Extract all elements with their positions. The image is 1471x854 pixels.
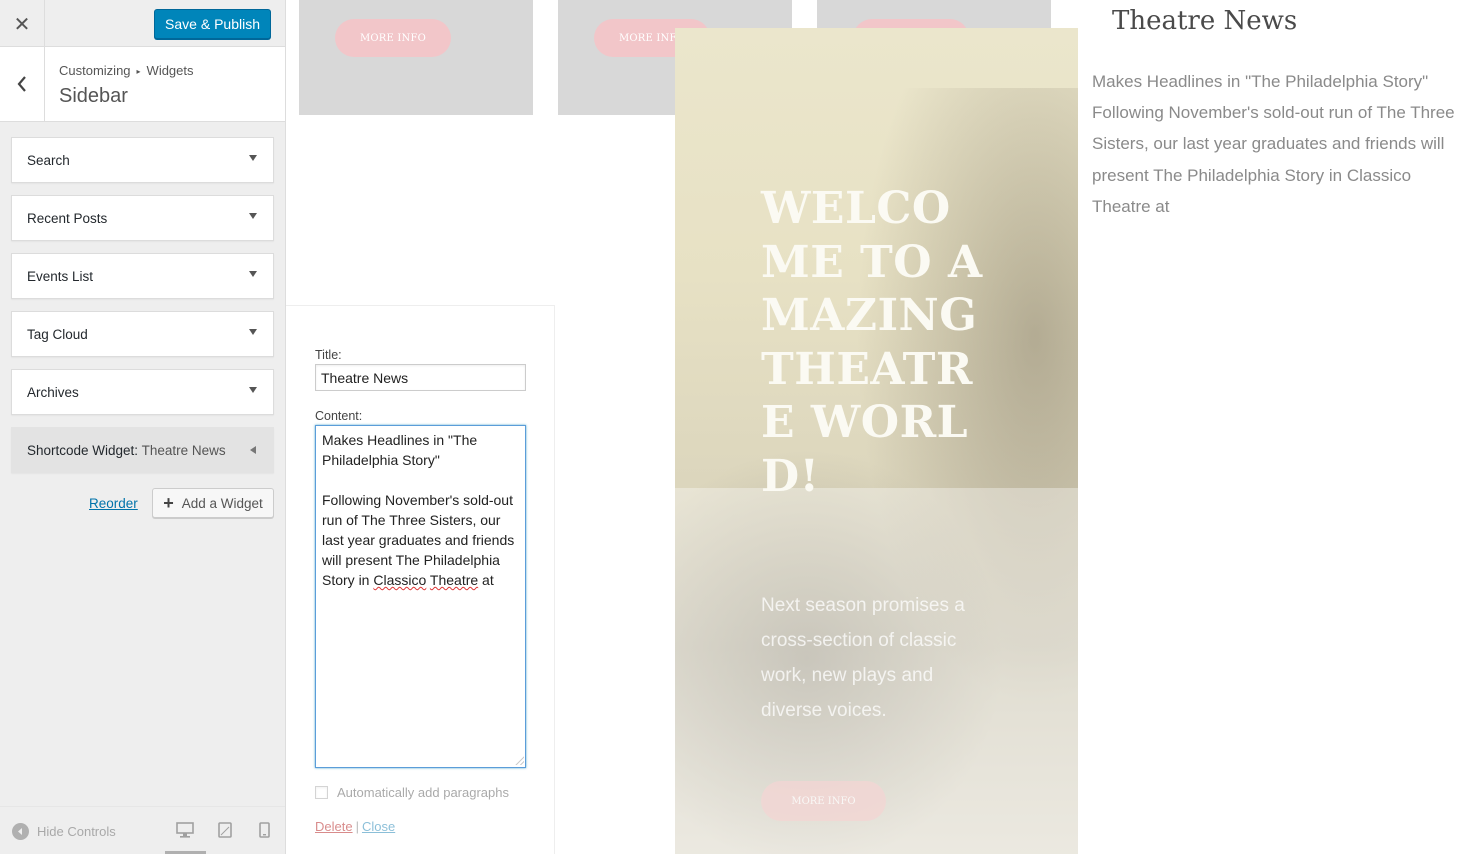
breadcrumb: Customizing ▸ Widgets [59, 63, 194, 78]
hide-controls-label: Hide Controls [37, 824, 116, 839]
caret-left-icon[interactable] [250, 446, 256, 454]
caret-down-icon[interactable] [249, 387, 257, 393]
content-text: at [478, 572, 494, 588]
section-title-bar: Customizing ▸ Widgets Sidebar [0, 47, 285, 122]
resize-handle[interactable] [515, 756, 524, 765]
widget-title: Shortcode Widget: Theatre News [27, 443, 226, 458]
content-textarea[interactable]: Makes Headlines in "The Philadelphia Sto… [315, 425, 526, 768]
widget-title: Search [27, 153, 70, 168]
link-separator: | [355, 819, 359, 834]
widget-search[interactable]: Search [11, 137, 274, 183]
auto-paragraphs-checkbox[interactable] [315, 786, 328, 799]
caret-down-icon[interactable] [249, 155, 257, 161]
caret-down-icon[interactable] [249, 213, 257, 219]
misspelled-word: Theatre [429, 572, 479, 588]
auto-paragraphs-option: Automatically add paragraphs [315, 785, 509, 800]
back-button[interactable] [0, 47, 45, 121]
add-widget-label: Add a Widget [181, 495, 263, 511]
news-widget-body: Makes Headlines in "The Philadelphia Sto… [1092, 72, 1455, 216]
desktop-icon[interactable] [176, 822, 194, 842]
close-link[interactable]: Close [362, 819, 395, 834]
arrow-left-circle-icon [12, 823, 29, 840]
page-title: Sidebar [59, 85, 128, 107]
breadcrumb-root: Customizing [59, 63, 131, 78]
mobile-icon[interactable] [259, 822, 270, 842]
save-publish-button[interactable]: Save & Publish [154, 9, 271, 39]
event-thumbnail: MORE INFO [299, 0, 533, 115]
close-customizer-button[interactable]: ✕ [0, 0, 45, 47]
widget-form-panel: Title: Content: Makes Headlines in "The … [286, 305, 555, 854]
widget-title: Archives [27, 385, 79, 400]
hero-title: WELCOME TO AMAZING THEATRE WORLD! [761, 183, 983, 502]
hero-more-info-button[interactable]: MORE INFO [761, 781, 886, 821]
delete-link[interactable]: Delete [315, 819, 353, 834]
widget-title: Recent Posts [27, 211, 108, 226]
hero-banner: WELCOME TO AMAZING THEATRE WORLD! Next s… [675, 28, 1078, 854]
hero-subtitle: Next season promises a cross-section of … [761, 595, 965, 721]
widget-list: Search Recent Posts Events List Tag Clou… [11, 137, 274, 485]
caret-down-icon[interactable] [249, 271, 257, 277]
content-text: Makes Headlines in "The Philadelphia Sto… [322, 432, 482, 468]
widget-control-links: Delete | Close [315, 819, 395, 834]
widget-type-label: Shortcode Widget: [27, 443, 139, 458]
news-widget-title: Theatre News [1112, 6, 1298, 36]
widget-recent-posts[interactable]: Recent Posts [11, 195, 274, 241]
customizer-header: ✕ Save & Publish [0, 0, 285, 47]
auto-paragraphs-label: Automatically add paragraphs [337, 785, 509, 800]
misspelled-word: Classico [373, 572, 427, 588]
widget-events-list[interactable]: Events List [11, 253, 274, 299]
more-info-button[interactable]: MORE INFO [335, 19, 451, 57]
customizer-sidebar: ✕ Save & Publish Customizing ▸ Widgets Sid… [0, 0, 286, 854]
hide-controls-button[interactable]: Hide Controls [12, 823, 116, 840]
breadcrumb-child: Widgets [146, 63, 194, 78]
preview-sidebar: Theatre News Makes Headlines in "The Phi… [1078, 0, 1471, 854]
reorder-link[interactable]: Reorder [89, 496, 138, 511]
widget-tag-cloud[interactable]: Tag Cloud [11, 311, 274, 357]
widget-instance-title: Theatre News [141, 443, 226, 458]
title-field[interactable] [315, 364, 526, 391]
chevron-left-icon [17, 76, 26, 92]
widget-archives[interactable]: Archives [11, 369, 274, 415]
add-widget-button[interactable]: + Add a Widget [152, 488, 274, 518]
caret-down-icon[interactable] [249, 329, 257, 335]
tablet-icon[interactable] [218, 822, 232, 842]
plus-icon: + [163, 493, 174, 513]
content-label: Content: [315, 409, 363, 423]
close-icon: ✕ [13, 11, 31, 36]
widget-title: Tag Cloud [27, 327, 88, 342]
widget-title: Events List [27, 269, 94, 284]
title-label: Title: [315, 348, 342, 362]
widget-actions: Reorder + Add a Widget [11, 488, 274, 518]
widget-shortcode-theatre-news[interactable]: Shortcode Widget: Theatre News [11, 427, 274, 473]
breadcrumb-separator-icon: ▸ [136, 67, 141, 76]
customizer-footer: Hide Controls [0, 806, 285, 854]
